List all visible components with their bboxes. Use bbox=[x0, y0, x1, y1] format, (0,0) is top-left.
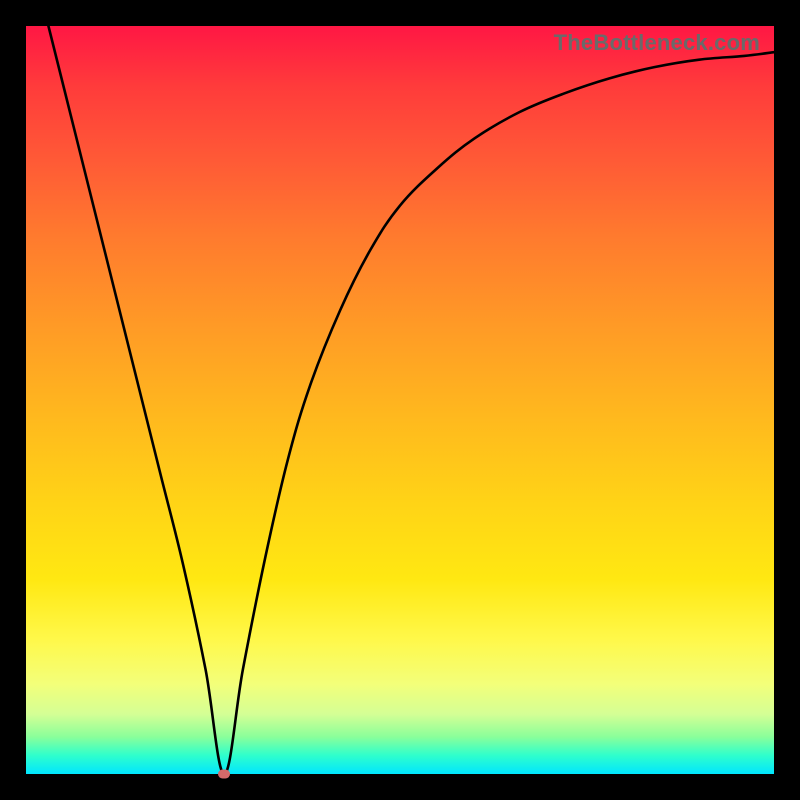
bottleneck-curve bbox=[48, 26, 774, 774]
chart-frame: TheBottleneck.com bbox=[0, 0, 800, 800]
plot-area: TheBottleneck.com bbox=[26, 26, 774, 774]
curve-svg bbox=[26, 26, 774, 774]
optimum-marker bbox=[218, 770, 230, 779]
